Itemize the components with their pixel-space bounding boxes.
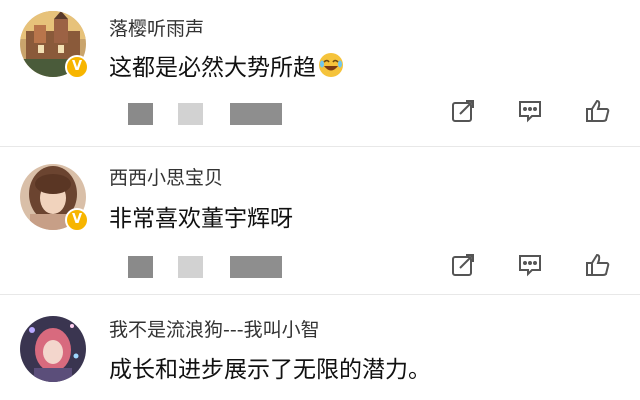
thumbs-up-icon[interactable] — [585, 252, 611, 278]
comment-username[interactable]: 落樱听雨声 — [109, 14, 204, 41]
divider — [0, 294, 640, 295]
divider — [0, 146, 640, 147]
comment-text: 这都是必然大势所趋 — [109, 48, 344, 84]
blurred-content — [230, 103, 282, 125]
comment-text-content: 这都是必然大势所趋 — [109, 55, 316, 81]
comment-username[interactable]: 我不是流浪狗---我叫小智 — [109, 315, 320, 342]
avatar[interactable] — [20, 316, 86, 382]
blurred-content — [128, 103, 153, 125]
comment-text: 非常喜欢董宇辉呀 — [109, 206, 293, 232]
repost-icon[interactable] — [450, 252, 476, 278]
blurred-content — [230, 256, 282, 278]
comment-icon[interactable] — [517, 252, 543, 278]
verified-badge: V — [65, 55, 89, 79]
blurred-content — [178, 103, 203, 125]
verified-badge: V — [65, 208, 89, 232]
laughing-crying-emoji-icon — [318, 52, 344, 84]
blurred-content — [128, 256, 153, 278]
thumbs-up-icon[interactable] — [585, 98, 611, 124]
repost-icon[interactable] — [450, 98, 476, 124]
comment-icon[interactable] — [517, 98, 543, 124]
blurred-content — [178, 256, 203, 278]
comment-username[interactable]: 西西小思宝贝 — [109, 163, 223, 190]
comment-text: 成长和进步展示了无限的潜力。 — [109, 357, 431, 383]
